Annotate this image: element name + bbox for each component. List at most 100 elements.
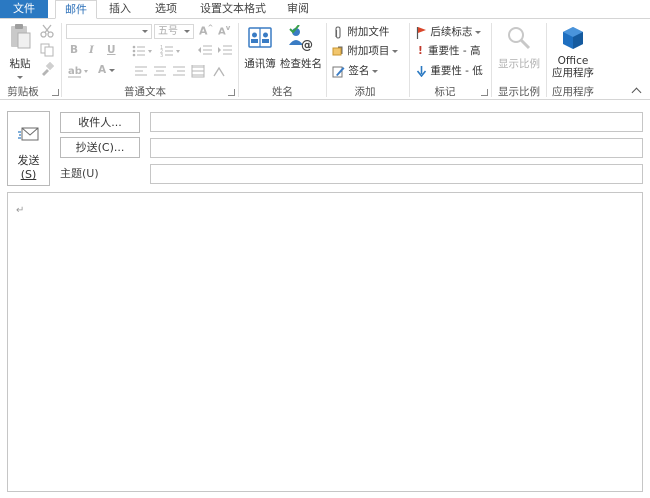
send-label-block: 发送 (S) <box>8 154 49 182</box>
signature-label: 签名 <box>348 65 370 77</box>
group-label-tags: 标记 <box>434 86 456 98</box>
follow-up-button[interactable]: 后续标志 <box>416 24 482 40</box>
group-label-apps: 应用程序 <box>552 86 594 98</box>
attach-item-icon <box>332 46 343 55</box>
grow-font-icon[interactable]: A^ <box>199 24 213 38</box>
subject-field[interactable] <box>150 164 643 184</box>
magnifier-icon <box>508 27 531 50</box>
shrink-font-icon[interactable]: Av <box>218 24 230 37</box>
font-size-dropdown-icon <box>184 30 190 33</box>
check-names-button[interactable]: @ 检查姓名 <box>279 24 323 71</box>
cc-field[interactable] <box>150 138 643 158</box>
low-importance-label: 重要性 - 低 <box>430 65 483 77</box>
follow-up-label: 后续标志 <box>430 26 473 38</box>
check-names-label: 检查姓名 <box>280 58 322 70</box>
cut-icon[interactable] <box>40 24 54 38</box>
tab-file[interactable]: 文件 <box>0 0 48 18</box>
ribbon-tab-bar: 文件 邮件 插入 选项 设置文本格式 审阅 <box>0 0 650 19</box>
tab-format-text[interactable]: 设置文本格式 <box>193 0 273 18</box>
send-hotkey: (S) <box>20 168 37 181</box>
subject-label: 主题(U) <box>60 167 99 180</box>
office-apps-label-line1: Office <box>557 55 589 67</box>
font-color-letter: A <box>98 64 107 76</box>
signature-button[interactable]: 签名 <box>332 63 379 79</box>
office-apps-label-line2: 应用程序 <box>552 67 594 79</box>
office-apps-icon <box>563 27 583 49</box>
alignment-icons[interactable] <box>134 65 228 78</box>
font-size-combo[interactable]: 五号 <box>154 24 194 39</box>
group-separator <box>238 23 239 97</box>
address-book-button[interactable]: 通讯簿 <box>242 25 278 71</box>
message-body[interactable]: ↵ <box>7 192 643 492</box>
italic-button[interactable]: I <box>89 44 94 56</box>
zoom-button[interactable]: 显示比例 <box>495 25 543 71</box>
group-separator <box>326 23 327 97</box>
bullets-icon[interactable] <box>132 44 154 58</box>
high-importance-label: 重要性 - 高 <box>428 45 481 57</box>
tab-review[interactable]: 审阅 <box>279 0 317 18</box>
paragraph-mark: ↵ <box>16 205 25 216</box>
send-label: 发送 <box>17 154 40 167</box>
signature-dropdown-icon <box>372 69 379 73</box>
increase-indent-icon[interactable] <box>217 44 233 58</box>
signature-icon <box>332 66 345 77</box>
to-button[interactable]: 收件人... <box>60 112 140 133</box>
clipboard-dialog-launcher[interactable] <box>52 89 59 96</box>
svg-text:ab: ab <box>68 66 82 77</box>
font-name-dropdown-icon <box>142 30 148 33</box>
paste-icon <box>11 24 31 49</box>
basic-text-dialog-launcher[interactable] <box>228 89 235 96</box>
collapse-ribbon-icon[interactable] <box>631 87 642 98</box>
format-painter-icon[interactable] <box>40 62 54 76</box>
copy-icon[interactable] <box>40 43 54 57</box>
svg-text:@: @ <box>301 38 313 51</box>
low-importance-button[interactable]: 重要性 - 低 <box>416 63 483 79</box>
paperclip-icon <box>335 25 341 39</box>
office-apps-button[interactable]: Office 应用程序 <box>548 25 598 79</box>
paste-button[interactable]: 粘贴 <box>4 23 36 81</box>
down-arrow-icon <box>416 66 427 78</box>
font-size-value: 五号 <box>158 26 178 37</box>
tab-mail[interactable]: 邮件 <box>55 0 97 19</box>
svg-text:3: 3 <box>160 53 163 58</box>
font-name-combo[interactable] <box>66 24 152 39</box>
group-label-clipboard: 剪贴板 <box>7 86 39 98</box>
paste-label: 粘贴 <box>9 58 31 70</box>
numbering-icon[interactable]: 1 2 3 <box>160 44 182 58</box>
cc-button[interactable]: 抄送(C)... <box>60 137 140 158</box>
zoom-label: 显示比例 <box>498 58 540 70</box>
font-color-dropdown-icon <box>109 68 116 72</box>
attach-file-button[interactable]: 附加文件 <box>332 24 389 40</box>
group-separator <box>491 23 492 97</box>
ribbon: 粘贴 剪贴板 五号 A^ Av B I U 1 2 3 ab A 普通文本 通讯… <box>0 19 650 100</box>
group-label-zoom: 显示比例 <box>498 86 540 98</box>
group-separator <box>61 23 62 97</box>
group-label-basic-text: 普通文本 <box>124 86 166 98</box>
to-field[interactable] <box>150 112 643 132</box>
follow-up-dropdown-icon <box>475 30 482 34</box>
attach-item-button[interactable]: 附加项目 <box>332 43 399 59</box>
bold-button[interactable]: B <box>70 44 78 56</box>
group-separator <box>409 23 410 97</box>
group-label-names: 姓名 <box>272 86 293 98</box>
tab-options[interactable]: 选项 <box>145 0 187 18</box>
group-label-include: 添加 <box>354 86 376 98</box>
font-color-button[interactable]: A <box>98 64 116 76</box>
tags-dialog-launcher[interactable] <box>481 89 488 96</box>
address-book-label: 通讯簿 <box>244 58 276 70</box>
underline-button[interactable]: U <box>107 44 116 56</box>
attach-file-label: 附加文件 <box>347 26 390 38</box>
group-separator <box>546 23 547 97</box>
decrease-indent-icon[interactable] <box>197 44 213 58</box>
paste-dropdown-icon <box>17 75 23 79</box>
tab-insert[interactable]: 插入 <box>100 0 140 18</box>
send-button[interactable]: 发送 (S) <box>7 111 50 186</box>
highlight-icon[interactable]: ab <box>68 64 90 78</box>
check-names-icon: @ <box>289 24 313 52</box>
send-envelope-icon <box>18 127 39 141</box>
attach-item-dropdown-icon <box>392 49 399 53</box>
high-importance-button[interactable]: ! 重要性 - 高 <box>418 43 480 59</box>
attach-item-label: 附加项目 <box>347 45 390 57</box>
exclamation-icon: ! <box>418 45 423 57</box>
follow-up-flag-icon <box>416 26 426 39</box>
